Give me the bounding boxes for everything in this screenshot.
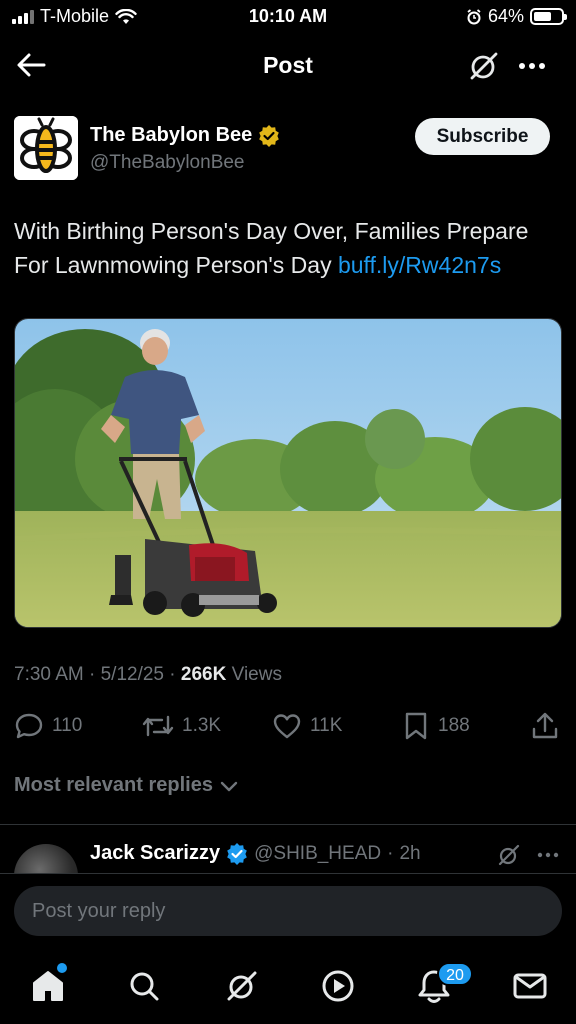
more-icon[interactable] [512, 48, 552, 84]
post-author: The Babylon Bee @TheBabylonBee Subscribe [14, 116, 562, 182]
notifications-badge: 20 [437, 962, 473, 986]
video-icon[interactable] [318, 966, 358, 1006]
post-meta: 7:30 AM · 5/12/25 · 266K Views [14, 664, 282, 686]
back-arrow-icon[interactable] [14, 50, 48, 80]
bookmark-button[interactable]: 188 [402, 706, 470, 746]
author-name[interactable]: The Babylon Bee [90, 124, 252, 147]
messages-icon[interactable] [510, 966, 550, 1006]
post-date: 5/12/25 [100, 664, 165, 685]
nav-bar: Post [0, 40, 576, 90]
divider [0, 824, 576, 825]
divider [0, 873, 576, 874]
status-bar: T-Mobile 10:10 AM 64% [0, 0, 576, 34]
bookmark-count: 188 [438, 715, 470, 736]
share-icon [532, 712, 558, 739]
replies-sort-dropdown[interactable]: Most relevant replies [14, 774, 239, 797]
post-actions: 110 1.3K 11K 188 [14, 706, 562, 746]
share-button[interactable] [530, 706, 560, 746]
author-name-row[interactable]: The Babylon Bee [90, 124, 280, 147]
search-icon[interactable] [124, 966, 164, 1006]
reply-item[interactable]: Jack Scarizzy @SHIB_HEAD · 2h [0, 836, 576, 874]
meta-dot: · [89, 664, 96, 685]
babylon-bee-logo[interactable] [14, 116, 78, 180]
bookmark-icon [405, 712, 427, 740]
battery-percent: 64% [487, 6, 524, 26]
tab-bar [0, 950, 576, 1024]
author-handle[interactable]: @TheBabylonBee [90, 152, 245, 174]
reply-author-handle[interactable]: @SHIB_HEAD [254, 843, 381, 865]
battery-fill [534, 12, 551, 21]
battery-icon [530, 8, 567, 25]
repost-icon [142, 715, 174, 737]
reply-header: Jack Scarizzy @SHIB_HEAD · 2h [90, 842, 421, 865]
meta-dot: · [387, 842, 394, 864]
meta-dot: · [169, 664, 176, 685]
post-image[interactable] [14, 318, 562, 628]
like-button[interactable]: 11K [272, 706, 342, 746]
reply-icon [15, 713, 43, 739]
more-icon[interactable] [534, 842, 562, 868]
post-time: 7:30 AM [14, 664, 84, 685]
like-count: 11K [310, 715, 343, 736]
like-icon [273, 714, 301, 739]
grok-icon[interactable] [222, 966, 262, 1006]
grok-icon[interactable] [466, 48, 502, 84]
avatar[interactable] [14, 844, 78, 874]
status-right: 64% [466, 6, 567, 27]
repost-button[interactable]: 1.3K [142, 706, 221, 746]
views-count[interactable]: 266K [181, 664, 226, 685]
verified-blue-icon [227, 842, 247, 865]
reply-time: 2h [399, 842, 421, 864]
views-label[interactable]: Views [232, 664, 282, 685]
man-mowing-lawn-photo [15, 319, 561, 627]
reply-author-name[interactable]: Jack Scarizzy [90, 842, 220, 865]
subscribe-button[interactable]: Subscribe [415, 118, 550, 155]
post-text: With Birthing Person's Day Over, Familie… [14, 214, 566, 282]
reply-input[interactable] [14, 886, 562, 936]
alarm-icon [467, 8, 481, 24]
replies-sort-label: Most relevant replies [14, 774, 213, 796]
grok-icon[interactable] [496, 842, 522, 868]
repost-count: 1.3K [182, 715, 222, 736]
verified-gold-icon [259, 124, 280, 147]
chevron-down-icon [220, 781, 238, 791]
post-link[interactable]: buff.ly/Rw42n7s [338, 252, 501, 278]
home-unread-dot [57, 963, 67, 973]
reply-button[interactable]: 110 [14, 706, 82, 746]
reply-count: 110 [52, 715, 83, 736]
